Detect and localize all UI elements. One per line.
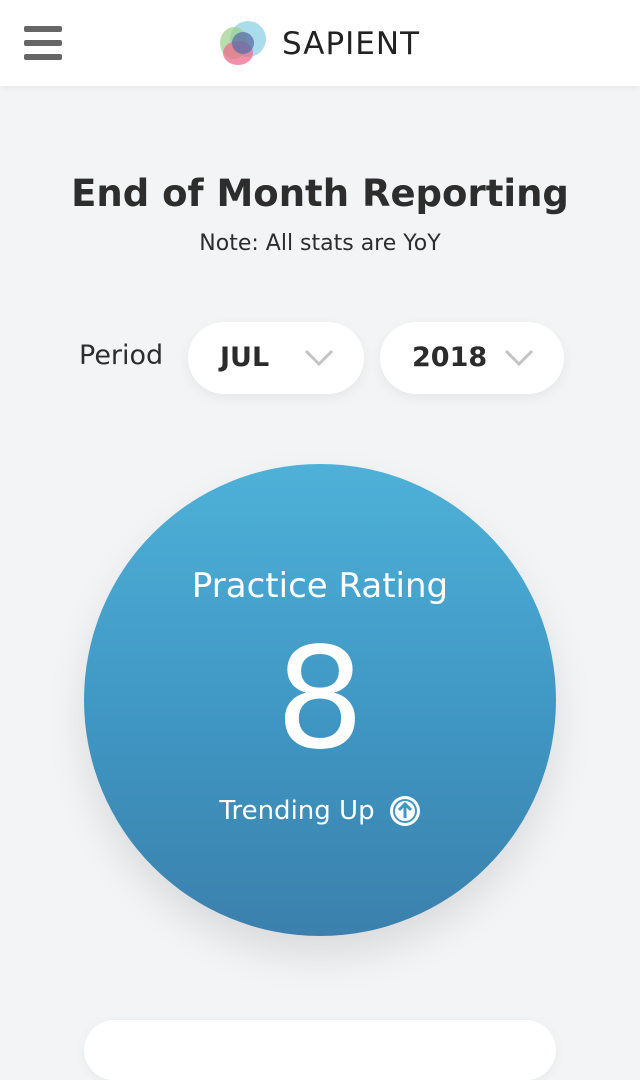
app-header: SAPIENT [0,0,640,86]
sapient-logo [220,21,266,65]
hamburger-menu-icon[interactable] [24,26,64,60]
month-select[interactable]: JUL [188,322,364,394]
year-select-value: 2018 [412,342,488,373]
next-stat-card[interactable] [84,1020,556,1080]
brand[interactable]: SAPIENT [218,19,420,69]
chevron-down-icon [304,349,334,367]
period-label: Period [79,340,164,371]
year-select[interactable]: 2018 [380,322,564,394]
month-select-value: JUL [220,342,270,373]
page-note: Note: All stats are YoY [199,231,441,256]
trend-indicator: Trending Up [0,795,640,827]
trend-label: Trending Up [219,796,375,826]
arrow-up-circle-icon [389,796,420,826]
practice-rating-value: 8 [275,618,365,781]
page-title: End of Month Reporting [71,172,569,215]
brand-name: SAPIENT [282,26,421,62]
practice-rating-title: Practice Rating [191,566,449,606]
chevron-down-icon [504,349,534,367]
